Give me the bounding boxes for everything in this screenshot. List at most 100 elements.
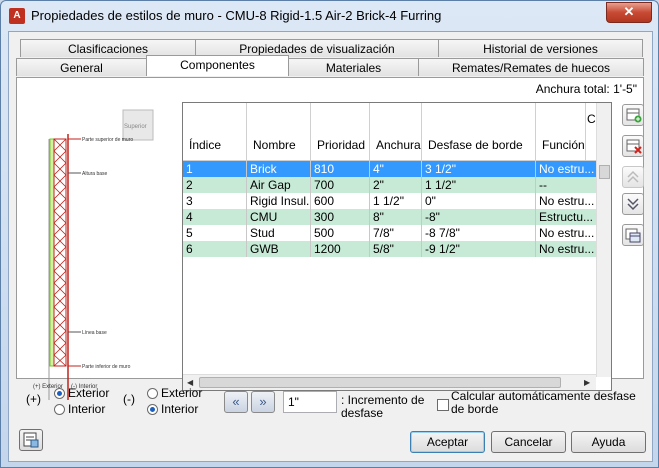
cell-function: No estru... (536, 161, 598, 177)
table-horizontal-scrollbar[interactable]: ◀ ▶ (183, 374, 596, 390)
scroll-right-arrow-icon[interactable]: ▶ (584, 378, 590, 387)
label-linea-base: Línea base (82, 330, 107, 336)
style-manager-icon (23, 432, 39, 448)
table-vertical-scrollbar[interactable] (596, 103, 611, 377)
cell-width: 8" (370, 209, 422, 225)
cancel-button[interactable]: Cancelar (491, 431, 566, 453)
cell-priority: 810 (311, 161, 370, 177)
tab-componentes[interactable]: Componentes (146, 55, 289, 76)
cell-name: Air Gap (247, 177, 311, 193)
radio-minus-interior-label[interactable]: Interior (161, 402, 198, 416)
table-row[interactable]: 1 Brick 810 4" 3 1/2" No estru... (183, 161, 598, 177)
cell-width: 2" (370, 177, 422, 193)
tab-remates[interactable]: Remates/Remates de huecos (418, 58, 644, 76)
help-button[interactable]: Ayuda (571, 431, 646, 453)
header-priority[interactable]: Prioridad (311, 103, 370, 161)
preview-overlay-label: Superior (124, 124, 147, 130)
header-width[interactable]: Anchura (370, 103, 422, 161)
components-table: Índice Nombre Prioridad Anchura Desfase … (182, 102, 612, 391)
table-row[interactable]: 2 Air Gap 700 2" 1 1/2" -- (183, 177, 598, 193)
wall-preview: Superior Parte superior de muro Altura b… (29, 104, 171, 404)
radio-minus-exterior[interactable] (147, 388, 158, 399)
move-down-button[interactable] (622, 193, 644, 215)
table-row[interactable]: 5 Stud 500 7/8" -8 7/8" No estru... (183, 225, 598, 241)
tab-general[interactable]: General (16, 58, 147, 76)
style-manager-button[interactable] (19, 429, 43, 451)
table-settings-icon (625, 228, 641, 243)
cell-name: GWB (247, 241, 311, 257)
label-altura-base: Altura base (82, 171, 108, 177)
cell-name: Rigid Insul... (247, 193, 311, 209)
table-row[interactable]: 4 CMU 300 8" -8" Estructu... (183, 209, 598, 225)
cell-offset: 0" (422, 193, 536, 209)
dialog-window: A Propiedades de estilos de muro - CMU-8… (0, 0, 659, 468)
cell-name: Brick (247, 161, 311, 177)
cell-width: 4" (370, 161, 422, 177)
window-title: Propiedades de estilos de muro - CMU-8 R… (31, 8, 442, 23)
delete-row-icon (626, 139, 642, 154)
cell-function: No estru... (536, 241, 598, 257)
offset-decrease-button[interactable]: « (224, 391, 248, 413)
vscroll-thumb[interactable] (599, 165, 610, 179)
label-parte-superior: Parte superior de muro (82, 137, 133, 143)
cell-offset: -8" (422, 209, 536, 225)
offset-increment-input[interactable]: 1" (283, 391, 337, 413)
header-name[interactable]: Nombre (247, 103, 311, 161)
cell-priority: 1200 (311, 241, 370, 257)
cell-index: 2 (183, 177, 247, 193)
move-down-icon (627, 198, 639, 211)
cell-offset: -9 1/2" (422, 241, 536, 257)
add-component-button[interactable] (622, 104, 644, 126)
cell-name: CMU (247, 209, 311, 225)
auto-offset-label[interactable]: Calcular automáticamente desfase (451, 389, 636, 403)
header-index[interactable]: Índice (183, 103, 247, 161)
auto-offset-checkbox[interactable] (437, 399, 449, 411)
auto-offset-label-2[interactable]: de borde (451, 402, 498, 416)
title-bar: A Propiedades de estilos de muro - CMU-8… (1, 1, 658, 31)
cell-index: 4 (183, 209, 247, 225)
radio-plus-interior-label[interactable]: Interior (68, 402, 105, 416)
cell-priority: 500 (311, 225, 370, 241)
move-up-icon (627, 170, 639, 183)
cell-offset: 3 1/2" (422, 161, 536, 177)
cell-priority: 600 (311, 193, 370, 209)
cell-offset: -8 7/8" (422, 225, 536, 241)
wall-section-diagram: Superior Parte superior de muro Altura b… (33, 109, 154, 400)
offset-increment-label: : Incremento de (341, 393, 425, 407)
component-settings-button[interactable] (622, 224, 644, 246)
delete-component-button[interactable] (622, 135, 644, 157)
ok-button[interactable]: Aceptar (410, 431, 485, 453)
radio-plus-interior[interactable] (54, 404, 65, 415)
label-parte-inferior: Parte inferior de muro (82, 364, 131, 370)
cell-name: Stud (247, 225, 311, 241)
tab-historial-versiones[interactable]: Historial de versiones (438, 39, 643, 57)
header-function[interactable]: Función (536, 103, 586, 161)
hscroll-thumb[interactable] (199, 377, 561, 388)
cell-index: 3 (183, 193, 247, 209)
offset-increment-label-2: desfase (341, 406, 384, 420)
radio-minus-interior[interactable] (147, 404, 158, 415)
sign-minus-label: (-) (123, 392, 135, 406)
total-width-label: Anchura total: 1'-5" (535, 82, 637, 96)
move-up-button[interactable] (622, 166, 644, 188)
cell-priority: 300 (311, 209, 370, 225)
cell-function: -- (536, 177, 598, 193)
cell-index: 5 (183, 225, 247, 241)
table-row[interactable]: 6 GWB 1200 5/8" -9 1/2" No estru... (183, 241, 598, 257)
offset-increase-button[interactable]: » (251, 391, 275, 413)
cell-function: Estructu... (536, 209, 598, 225)
sign-plus-label: (+) (26, 392, 41, 406)
cell-width: 1 1/2" (370, 193, 422, 209)
table-row[interactable]: 3 Rigid Insul... 600 1 1/2" 0" No estru.… (183, 193, 598, 209)
cell-width: 5/8" (370, 241, 422, 257)
cell-function: No estru... (536, 225, 598, 241)
tab-materiales[interactable]: Materiales (288, 58, 419, 76)
add-row-icon (626, 108, 642, 123)
close-button[interactable]: ✕ (606, 2, 652, 23)
autocad-app-icon: A (9, 8, 25, 24)
radio-plus-exterior[interactable] (54, 388, 65, 399)
dialog-client-area: Clasificaciones Propiedades de visualiza… (8, 31, 653, 462)
header-offset[interactable]: Desfase de borde (422, 103, 536, 161)
radio-minus-exterior-label[interactable]: Exterior (161, 386, 202, 400)
radio-plus-exterior-label[interactable]: Exterior (68, 386, 109, 400)
